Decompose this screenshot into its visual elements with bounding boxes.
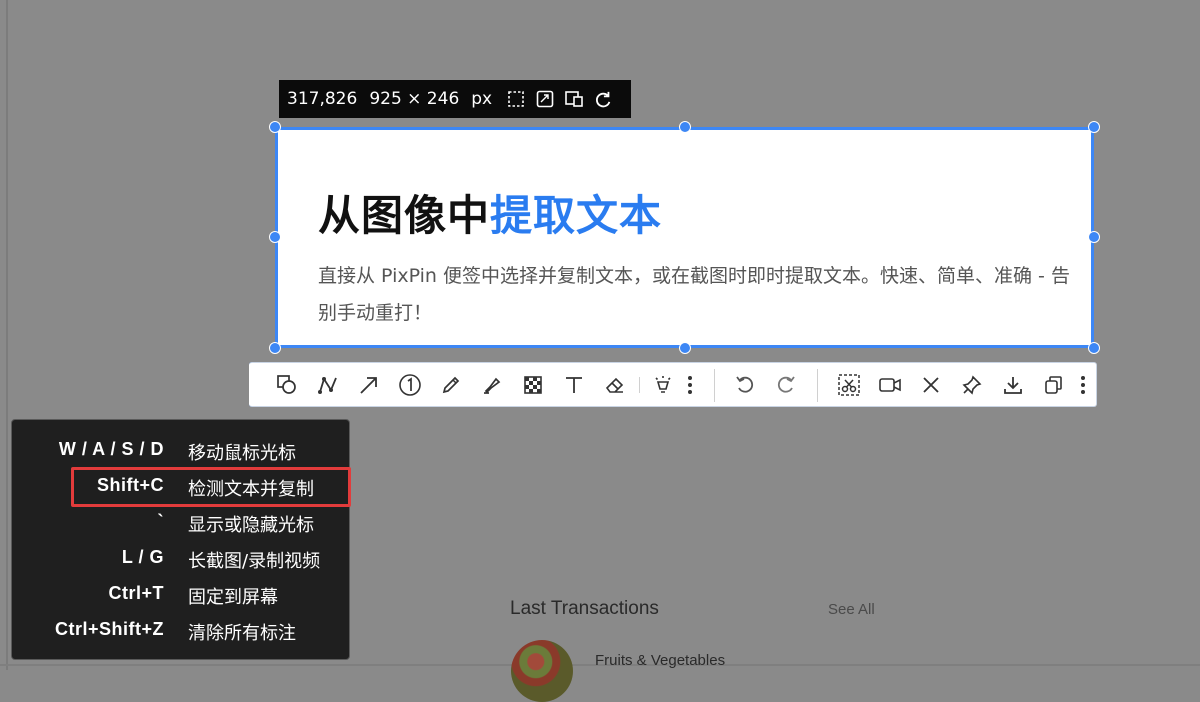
shortcut-key: Ctrl+Shift+Z bbox=[54, 619, 164, 639]
shortcut-row: L / G 长截图/录制视频 bbox=[12, 543, 351, 575]
dashed-rect-icon[interactable] bbox=[506, 89, 526, 109]
resize-handle-top[interactable] bbox=[679, 121, 691, 133]
more-options-icon[interactable] bbox=[1075, 372, 1091, 398]
shapes-icon[interactable] bbox=[274, 372, 300, 398]
copy-icon[interactable] bbox=[1041, 372, 1067, 398]
shortcut-hints-panel: W / A / S / D 移动鼠标光标 Shift+C 检测文本并复制 ` 显… bbox=[11, 419, 351, 660]
undo-icon[interactable] bbox=[732, 372, 758, 398]
capture-scissors-icon[interactable] bbox=[836, 372, 862, 398]
shortcut-key: W / A / S / D bbox=[58, 439, 164, 459]
bg-last-transactions-heading: Last Transactions bbox=[510, 598, 659, 619]
window-edge bbox=[6, 0, 8, 670]
pin-icon[interactable] bbox=[959, 372, 985, 398]
screen-window-icon[interactable] bbox=[564, 89, 584, 109]
bg-item-label: Fruits & Vegetables bbox=[595, 652, 726, 669]
record-video-icon[interactable] bbox=[877, 372, 903, 398]
title-plain: 从图像中 bbox=[318, 191, 491, 240]
resize-handle-top-left[interactable] bbox=[269, 121, 281, 133]
close-icon[interactable] bbox=[918, 372, 944, 398]
resize-handle-top-right[interactable] bbox=[1088, 121, 1100, 133]
eraser-icon[interactable] bbox=[602, 372, 628, 398]
resize-rect-icon[interactable] bbox=[535, 89, 555, 109]
shortcut-desc: 显示或隐藏光标 bbox=[188, 515, 314, 536]
bg-see-all-link: See All bbox=[828, 601, 875, 618]
resize-handle-bottom-right[interactable] bbox=[1088, 342, 1100, 354]
shortcut-desc: 清除所有标注 bbox=[188, 623, 296, 644]
more-options-icon[interactable] bbox=[682, 372, 698, 398]
shortcut-desc: 固定到屏幕 bbox=[188, 587, 278, 608]
annotation-toolbar bbox=[249, 362, 1097, 407]
title-accent: 提取文本 bbox=[490, 191, 663, 240]
shortcut-key: L / G bbox=[121, 547, 164, 567]
toolbar-divider bbox=[714, 369, 715, 402]
number-marker-icon[interactable] bbox=[397, 372, 423, 398]
resize-handle-bottom[interactable] bbox=[679, 342, 691, 354]
bg-item-thumbnail bbox=[511, 640, 573, 702]
shortcut-key: ` bbox=[157, 511, 164, 531]
cursor-coords: 317,826 bbox=[287, 89, 358, 109]
resize-handle-right[interactable] bbox=[1088, 231, 1100, 243]
highlighter-icon[interactable] bbox=[479, 372, 505, 398]
highlight-box bbox=[71, 467, 351, 507]
mosaic-icon[interactable] bbox=[520, 372, 546, 398]
page-title: 从图像中提取文本 bbox=[318, 182, 662, 243]
size-unit: px bbox=[471, 89, 493, 109]
text-icon[interactable] bbox=[561, 372, 587, 398]
redo-icon[interactable] bbox=[773, 372, 799, 398]
download-icon[interactable] bbox=[1000, 372, 1026, 398]
resize-handle-left[interactable] bbox=[269, 231, 281, 243]
shortcut-key: Ctrl+T bbox=[108, 583, 164, 603]
selection-info-bar: 317,826 925 × 246 px bbox=[279, 80, 631, 118]
capture-selection[interactable]: 从图像中提取文本 直接从 PixPin 便签中选择并复制文本，或在截图时即时提取… bbox=[275, 127, 1094, 348]
arrow-icon[interactable] bbox=[356, 372, 382, 398]
pencil-icon[interactable] bbox=[438, 372, 464, 398]
toolbar-divider bbox=[817, 369, 818, 402]
polyline-icon[interactable] bbox=[315, 372, 341, 398]
resize-handle-bottom-left[interactable] bbox=[269, 342, 281, 354]
page-description: 直接从 PixPin 便签中选择并复制文本，或在截图时即时提取文本。快速、简单、… bbox=[318, 265, 1070, 324]
shortcut-row: ` 显示或隐藏光标 bbox=[12, 507, 351, 539]
refresh-icon[interactable] bbox=[593, 89, 613, 109]
selection-size: 925 × 246 bbox=[369, 89, 460, 109]
shortcut-row: Ctrl+Shift+Z 清除所有标注 bbox=[12, 615, 351, 647]
lightbulb-icon[interactable] bbox=[650, 372, 676, 398]
toolbar-divider bbox=[639, 377, 640, 393]
shortcut-desc: 长截图/录制视频 bbox=[188, 551, 321, 572]
shortcut-row: W / A / S / D 移动鼠标光标 bbox=[12, 435, 351, 467]
shortcut-desc: 移动鼠标光标 bbox=[188, 443, 296, 464]
shortcut-row: Ctrl+T 固定到屏幕 bbox=[12, 579, 351, 611]
